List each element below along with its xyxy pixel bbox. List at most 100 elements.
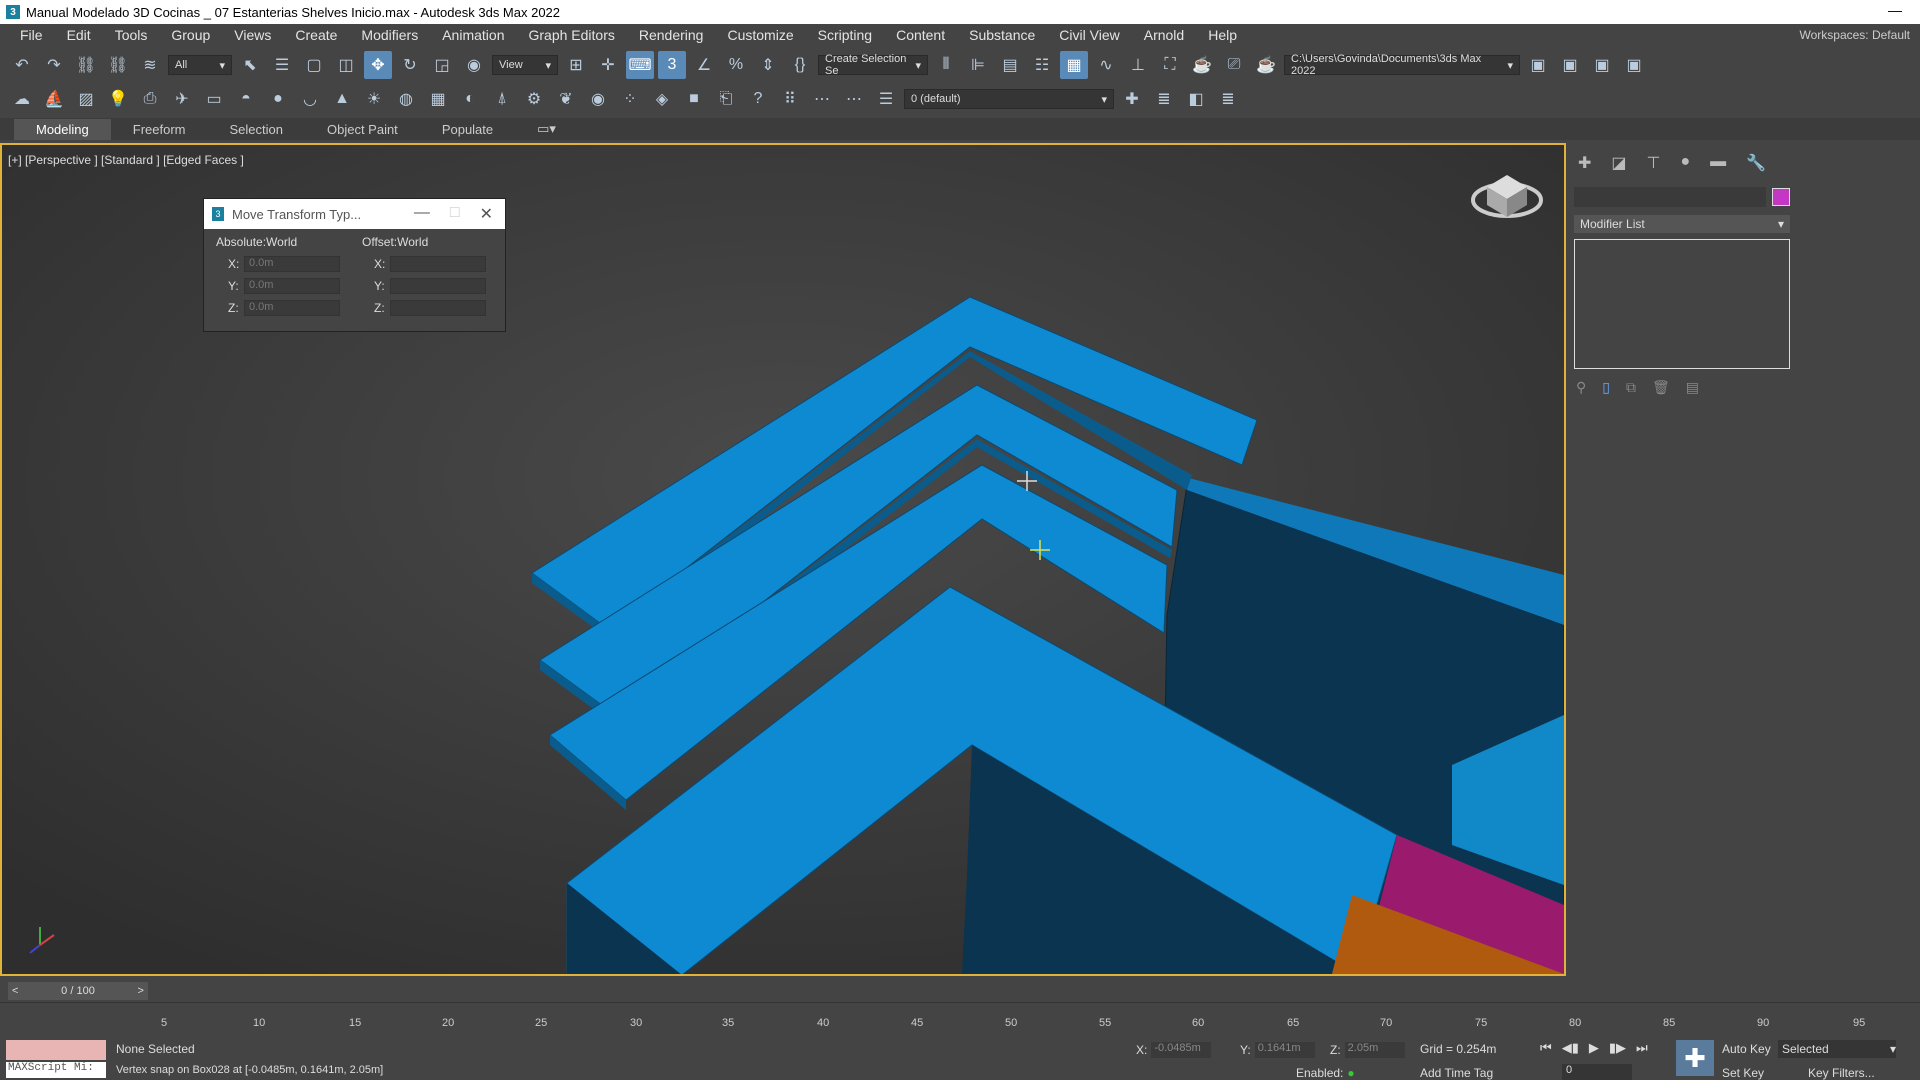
prev-frame-icon[interactable]: < — [12, 985, 18, 997]
selection-filter-dropdown[interactable]: All ▾ — [168, 55, 232, 75]
remove-modifier-icon[interactable]: 🗑 — [1652, 379, 1670, 396]
goto-start-icon[interactable]: ⏮ — [1540, 1040, 1552, 1056]
camera-icon[interactable]: ⎙ — [136, 85, 164, 113]
menu-modifiers[interactable]: Modifiers — [349, 27, 430, 43]
edit-named-selection-icon[interactable]: {} — [786, 51, 814, 79]
cone-icon[interactable]: ▲ — [328, 85, 356, 113]
menu-content[interactable]: Content — [884, 27, 957, 43]
pivot-icon[interactable]: ⊞ — [562, 51, 590, 79]
modifier-stack[interactable] — [1574, 239, 1790, 369]
teapot-icon[interactable]: ☁ — [8, 85, 36, 113]
scene-icon[interactable]: ⛵ — [40, 85, 68, 113]
prev-key-icon[interactable]: ◀▮ — [1562, 1040, 1579, 1056]
rendered-frame-icon[interactable]: ⎚ — [1220, 51, 1248, 79]
light-bulb-icon[interactable]: 💡 — [104, 85, 132, 113]
snaps-toggle-icon[interactable]: 3 — [658, 51, 686, 79]
maxscript-listener[interactable] — [6, 1040, 106, 1060]
next-key-icon[interactable]: ▮▶ — [1609, 1040, 1626, 1056]
offset-y-input[interactable] — [390, 278, 486, 294]
menu-substance[interactable]: Substance — [957, 27, 1047, 43]
undo-icon[interactable]: ↶ — [8, 51, 36, 79]
render-setup-icon[interactable]: ☕ — [1188, 51, 1216, 79]
menu-tools[interactable]: Tools — [103, 27, 160, 43]
select-layer-icon[interactable]: ◧ — [1182, 85, 1210, 113]
orb-icon[interactable]: ◍ — [392, 85, 420, 113]
curve-editor-icon[interactable]: ∿ — [1092, 51, 1120, 79]
tab-object-paint[interactable]: Object Paint — [305, 119, 420, 140]
project-new-icon[interactable]: ▣ — [1588, 51, 1616, 79]
minimize-icon[interactable]: — — [414, 204, 430, 224]
shader-icon[interactable]: ◐ — [456, 85, 484, 113]
set-key-button[interactable]: Set Key — [1722, 1066, 1764, 1080]
menu-customize[interactable]: Customize — [715, 27, 805, 43]
select-object-icon[interactable]: ⬉ — [236, 51, 264, 79]
menu-group[interactable]: Group — [159, 27, 222, 43]
offset-x-input[interactable] — [390, 256, 486, 272]
project-folder-icon[interactable]: ▣ — [1524, 51, 1552, 79]
gear-icon[interactable]: ⚙ — [520, 85, 548, 113]
link-icon[interactable]: ⛓ — [72, 51, 100, 79]
motion-tab-icon[interactable]: ● — [1680, 153, 1690, 173]
project-open-icon[interactable]: ▣ — [1620, 51, 1648, 79]
layers-icon[interactable]: ☰ — [872, 85, 900, 113]
current-frame-field[interactable]: 0 — [1562, 1064, 1632, 1080]
z-coord-input[interactable]: 2.05m — [1344, 1042, 1405, 1058]
menu-edit[interactable]: Edit — [55, 27, 103, 43]
minimize-icon[interactable]: — — [1888, 2, 1902, 18]
time-slider[interactable]: < 0 / 100 > — [8, 982, 148, 1000]
project-path-dropdown[interactable]: C:\Users\Govinda\Documents\3ds Max 2022 ▾ — [1284, 53, 1520, 77]
bind-space-warp-icon[interactable]: ≋ — [136, 51, 164, 79]
place-icon[interactable]: ◉ — [460, 51, 488, 79]
layer-stack-icon[interactable]: ≣ — [1150, 85, 1178, 113]
keyboard-shortcut-icon[interactable]: ⌨ — [626, 51, 654, 79]
box-icon[interactable]: ▭ — [200, 85, 228, 113]
goto-end-icon[interactable]: ⏭ — [1636, 1040, 1648, 1056]
rotate-icon[interactable]: ↻ — [396, 51, 424, 79]
ribbon-toggle-icon[interactable]: ▦ — [1060, 51, 1088, 79]
image-icon[interactable]: ▨ — [72, 85, 100, 113]
add-time-tag[interactable]: Add Time Tag — [1420, 1066, 1493, 1080]
close-icon[interactable]: ✕ — [480, 204, 493, 224]
tab-selection[interactable]: Selection — [208, 119, 305, 140]
modifier-list-dropdown[interactable]: Modifier List ▾ — [1574, 215, 1790, 233]
schematic-view-icon[interactable]: ⊥ — [1124, 51, 1152, 79]
set-key-big-icon[interactable]: ✚ — [1676, 1040, 1714, 1076]
help-icon[interactable]: ? — [744, 85, 772, 113]
key-set-dropdown[interactable]: Selected ▾ — [1778, 1040, 1896, 1058]
make-unique-icon[interactable]: ⧉ — [1626, 379, 1636, 396]
tab-freeform[interactable]: Freeform — [111, 119, 208, 140]
material-editor-icon[interactable]: ⛶ — [1156, 51, 1184, 79]
window-crossing-icon[interactable]: ◫ — [332, 51, 360, 79]
adaptive-degradation[interactable]: Enabled: ● — [1296, 1066, 1355, 1080]
export-icon[interactable]: ⎗ — [712, 85, 740, 113]
rect-selection-icon[interactable]: ▢ — [300, 51, 328, 79]
tab-populate[interactable]: Populate — [420, 119, 515, 140]
redo-icon[interactable]: ↷ — [40, 51, 68, 79]
dots-line-icon[interactable]: ⋯ — [840, 85, 868, 113]
grid-plane-icon[interactable]: ▦ — [424, 85, 452, 113]
align-icon[interactable]: ⊫ — [964, 51, 992, 79]
modify-tab-icon[interactable]: ◪ — [1611, 153, 1626, 173]
plant-icon[interactable]: ❦ — [552, 85, 580, 113]
viewport-label[interactable]: [+] [Perspective ] [Standard ] [Edged Fa… — [8, 153, 244, 167]
create-tab-icon[interactable]: ✚ — [1578, 153, 1591, 173]
hemisphere-icon[interactable]: ◓ — [232, 85, 260, 113]
spinner-snap-icon[interactable]: ⇕ — [754, 51, 782, 79]
sphere-icon[interactable]: ● — [264, 85, 292, 113]
menu-civil-view[interactable]: Civil View — [1047, 27, 1131, 43]
workspace-selector[interactable]: Workspaces: Default — [1799, 28, 1910, 42]
scene-explorer-icon[interactable]: ▤ — [996, 51, 1024, 79]
layer-settings-icon[interactable]: ≣ — [1214, 85, 1242, 113]
angle-snap-icon[interactable]: ∠ — [690, 51, 718, 79]
auto-key-button[interactable]: Auto Key — [1722, 1042, 1771, 1056]
menu-rendering[interactable]: Rendering — [627, 27, 716, 43]
x-coord-input[interactable]: -0.0485m — [1151, 1042, 1212, 1058]
configure-sets-icon[interactable]: ▤ — [1686, 379, 1699, 396]
absolute-y-input[interactable]: 0.0m — [244, 278, 340, 294]
menu-scripting[interactable]: Scripting — [806, 27, 884, 43]
next-frame-icon[interactable]: > — [138, 985, 144, 997]
play-icon[interactable]: ▶ — [1589, 1040, 1599, 1056]
material-icon[interactable]: ◈ — [648, 85, 676, 113]
key-filters-button[interactable]: Key Filters... — [1808, 1066, 1875, 1080]
sun-icon[interactable]: ☀ — [360, 85, 388, 113]
